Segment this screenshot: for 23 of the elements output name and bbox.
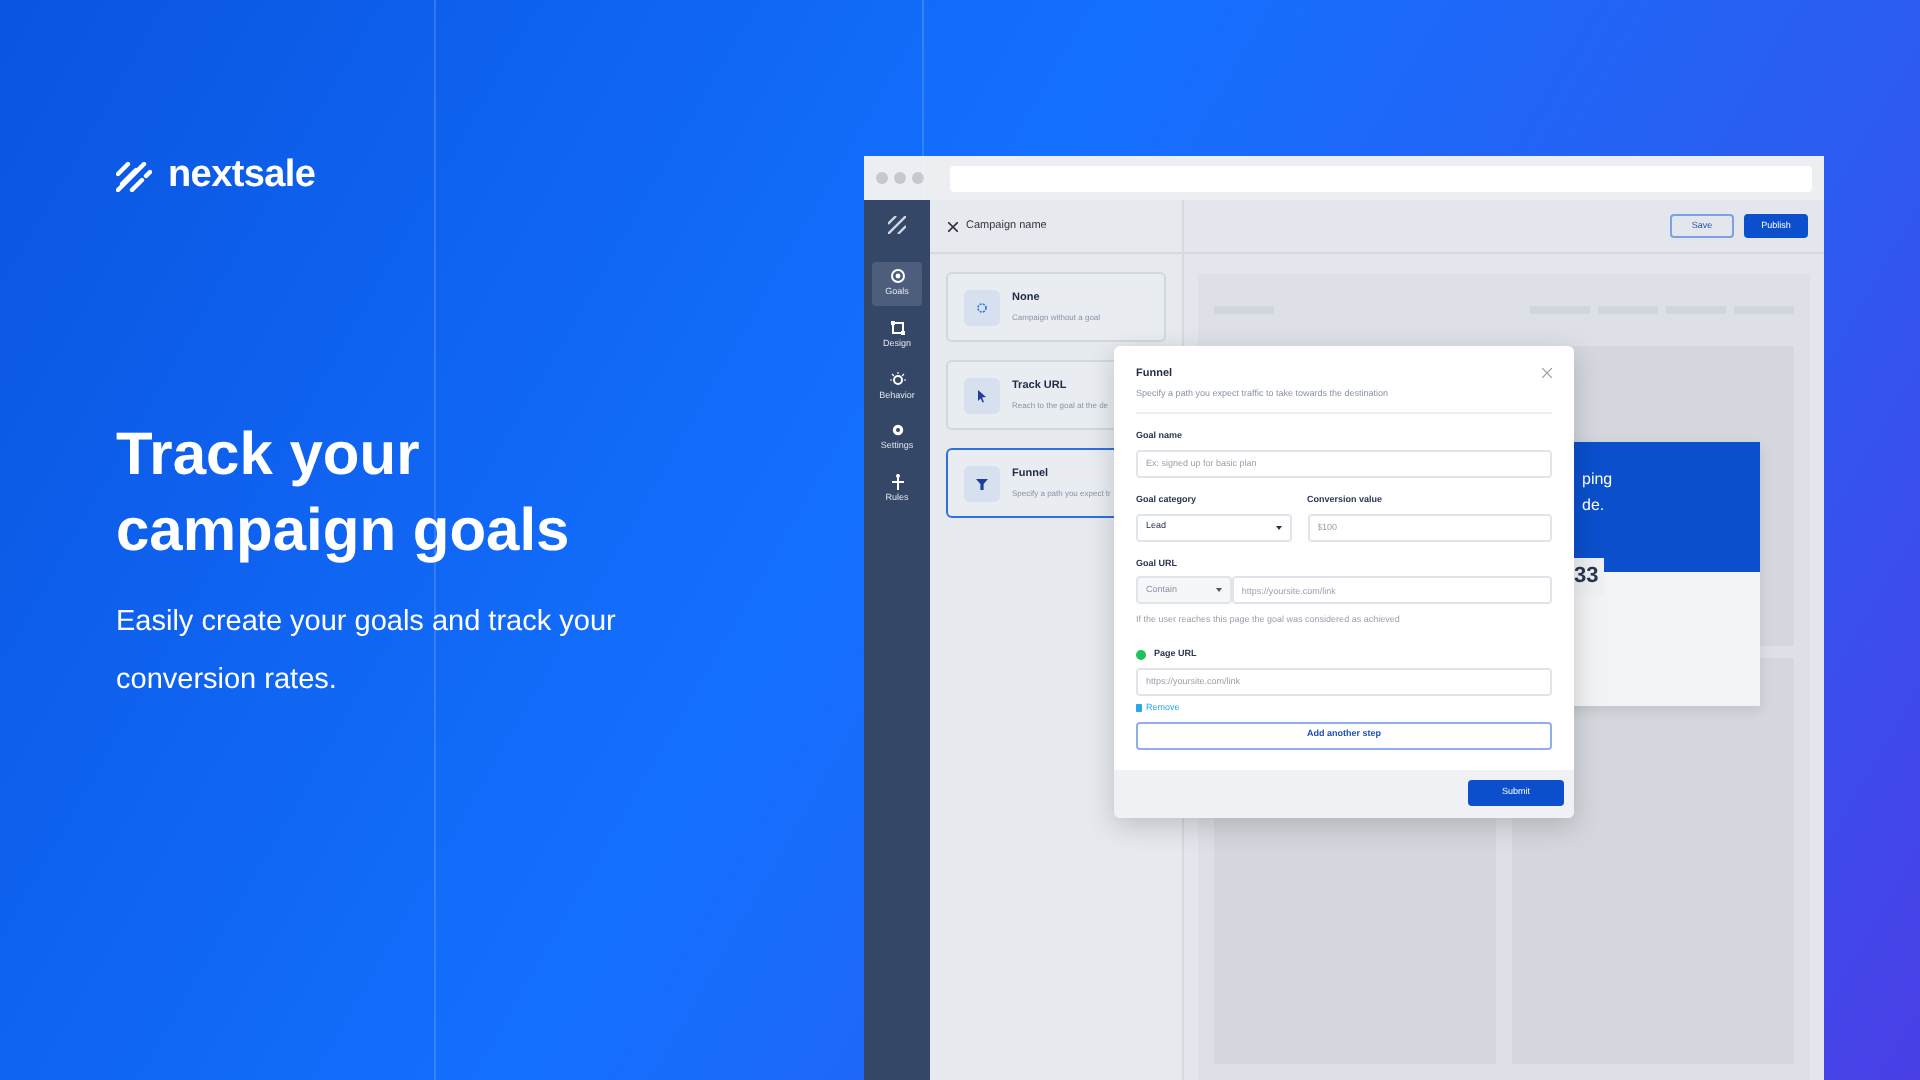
hero-title: Track your campaign goals	[116, 419, 572, 567]
funnel-icon	[974, 475, 990, 491]
logo-icon	[116, 161, 152, 192]
crosshair-icon	[889, 474, 905, 490]
window-dot-icon	[912, 172, 924, 184]
close-icon[interactable]	[948, 221, 958, 231]
hero-subtitle: Easily create your goals and track your conversion rates.	[116, 603, 618, 699]
cursor-icon	[974, 387, 990, 403]
window-dot-icon	[894, 172, 906, 184]
frame-icon	[889, 319, 905, 336]
trash-icon	[1136, 704, 1142, 713]
window-dot-icon	[876, 172, 888, 184]
target-icon	[889, 268, 905, 284]
brand-name: nextsale	[168, 152, 316, 200]
bulb-icon	[889, 371, 905, 387]
logo-icon	[888, 216, 906, 234]
gear-icon	[974, 299, 990, 315]
settings-icon	[889, 422, 905, 439]
caret-icon	[1275, 525, 1282, 529]
step-dot-icon	[1136, 649, 1146, 660]
popup-heading-text: ping	[1582, 468, 1615, 492]
caret-icon	[1215, 588, 1222, 593]
popup-heading-text: de.	[1582, 494, 1607, 518]
